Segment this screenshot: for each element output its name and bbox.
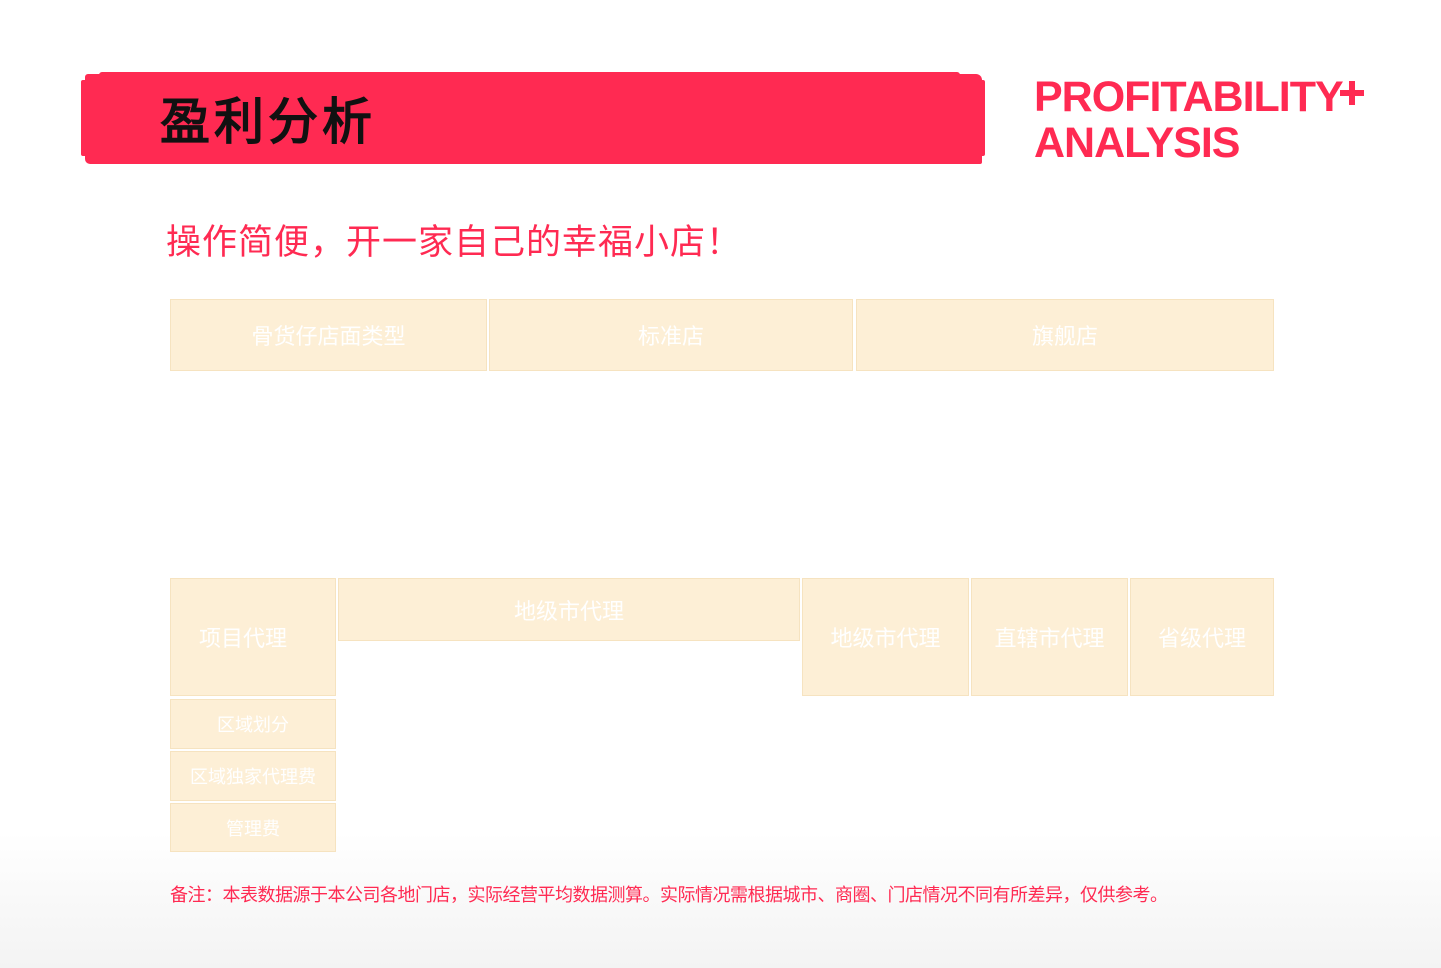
- table1-header-store-type: 骨货仔店面类型: [170, 299, 487, 371]
- english-title: PROFITABILITY ANALYSIS: [1034, 73, 1344, 167]
- table2-header-prefecture-agency-a: 地级市代理: [338, 578, 800, 641]
- table2-header-province-agency: 省级代理: [1130, 578, 1274, 696]
- table2-header-project-agency: 项目代理: [170, 578, 336, 696]
- subtitle: 操作简便，开一家自己的幸福小店！: [166, 223, 743, 263]
- table1-header-standard: 标准店: [489, 299, 853, 371]
- table2-row-management-fee: 管理费: [170, 803, 336, 852]
- page-title: 盈利分析: [160, 93, 376, 151]
- english-title-line1: PROFITABILITY: [1034, 73, 1344, 121]
- table2-row-exclusive-fee: 区域独家代理费: [170, 751, 336, 801]
- footnote: 备注：本表数据源于本公司各地门店，实际经营平均数据测算。实际情况需根据城市、商圈…: [170, 885, 1168, 906]
- english-title-line2: ANALYSIS: [1034, 119, 1240, 167]
- table1-header-flagship: 旗舰店: [856, 299, 1274, 371]
- plus-icon: [1340, 81, 1364, 105]
- table2-header-municipality-agency: 直辖市代理: [971, 578, 1128, 696]
- table2-header-prefecture-agency-b: 地级市代理: [802, 578, 969, 696]
- table2-row-region-division: 区域划分: [170, 699, 336, 749]
